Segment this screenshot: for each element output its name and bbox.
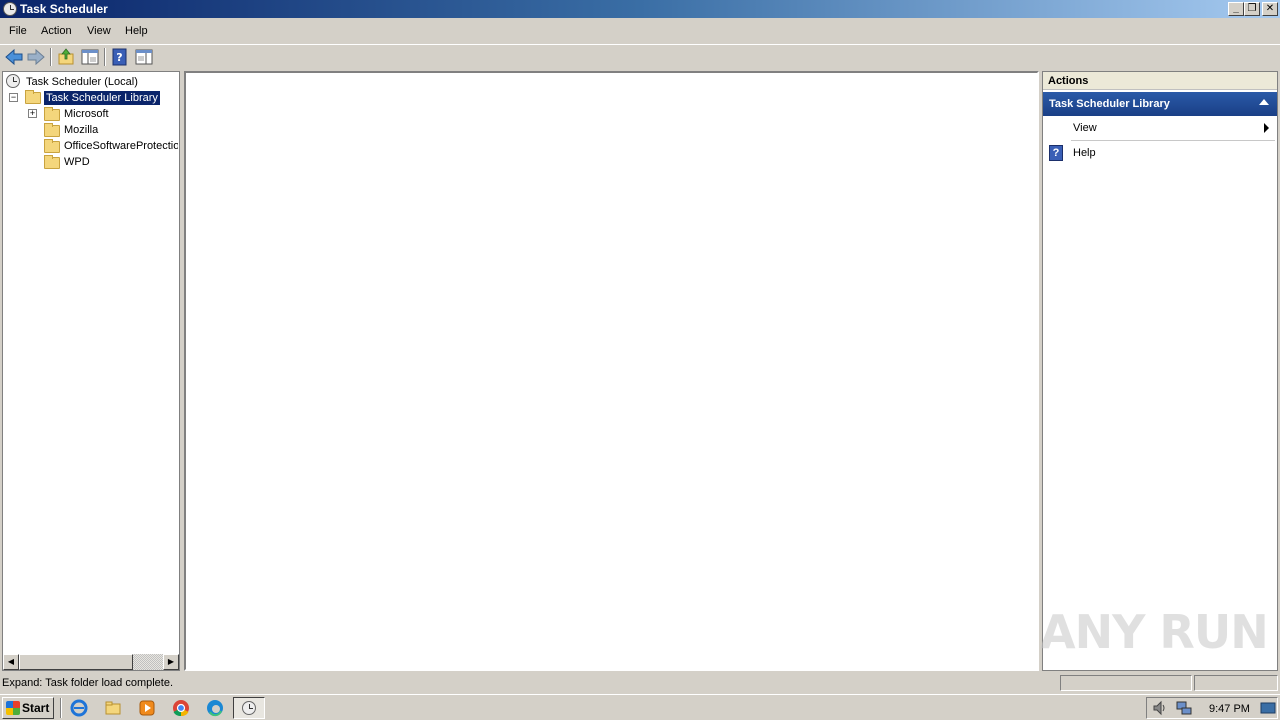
scroll-right-arrow-icon[interactable]: ▶ [163, 654, 179, 670]
tree-item-microsoft[interactable]: + Microsoft [28, 106, 178, 122]
internet-explorer-icon[interactable] [70, 699, 88, 717]
action-view-label: View [1073, 122, 1097, 134]
start-button[interactable]: Start [2, 697, 54, 719]
back-arrow-icon[interactable] [4, 47, 24, 67]
results-pane [184, 71, 1039, 671]
actions-pane: Actions Task Scheduler Library View ? He… [1042, 71, 1278, 671]
status-text: Expand: Task folder load complete. [2, 677, 174, 689]
actions-header: Actions [1043, 72, 1277, 90]
folder-icon [44, 107, 60, 121]
svg-text:?: ? [116, 51, 122, 64]
taskbar: Start 9:47 PM [0, 694, 1280, 720]
scrollbar-track[interactable] [133, 654, 163, 670]
folder-icon [44, 123, 60, 137]
up-folder-icon[interactable] [56, 47, 76, 67]
show-hide-action-pane-icon[interactable] [134, 47, 154, 67]
console-tree-pane[interactable]: Task Scheduler (Local) − Task Scheduler … [2, 71, 180, 671]
menu-bar: File Action View Help [0, 20, 1280, 42]
forward-arrow-icon[interactable] [26, 47, 46, 67]
windows-logo-icon [6, 701, 20, 715]
system-tray: 9:47 PM [1146, 697, 1278, 719]
taskbar-task-scheduler-button[interactable] [233, 697, 265, 719]
minimize-button[interactable]: _ [1228, 2, 1244, 16]
show-desktop-icon[interactable] [1259, 699, 1277, 717]
action-view[interactable]: View [1043, 117, 1277, 139]
window-title: Task Scheduler [20, 2, 108, 16]
restore-button[interactable]: ❐ [1244, 2, 1260, 16]
help-icon[interactable]: ? [110, 47, 130, 67]
tree-item-officesoftwareprotection[interactable]: OfficeSoftwareProtectio [28, 138, 178, 154]
status-cell [1060, 675, 1192, 691]
submenu-arrow-icon [1264, 123, 1269, 133]
menu-help[interactable]: Help [125, 25, 148, 37]
chrome-icon[interactable] [172, 699, 190, 717]
status-cell [1194, 675, 1278, 691]
tree-item-label: Microsoft [64, 108, 109, 120]
title-bar: Task Scheduler _ ❐ ✕ [0, 0, 1280, 18]
actions-group-title: Task Scheduler Library [1049, 98, 1170, 110]
tree-item-wpd[interactable]: WPD [28, 154, 178, 170]
folder-clock-icon [25, 90, 41, 104]
tree-item-library[interactable]: − Task Scheduler Library [9, 90, 179, 106]
scroll-left-arrow-icon[interactable]: ◀ [3, 654, 19, 670]
toolbar: ? [0, 44, 1280, 68]
tree-item-root[interactable]: Task Scheduler (Local) [6, 74, 176, 90]
status-bar: Expand: Task folder load complete. [0, 674, 1280, 692]
taskbar-separator [60, 698, 62, 718]
volume-icon[interactable] [1151, 699, 1169, 717]
start-label: Start [22, 701, 50, 715]
anyrun-watermark: ANY RUN [1040, 605, 1269, 659]
menu-view[interactable]: View [87, 25, 111, 37]
tree-item-label: WPD [64, 156, 90, 168]
tree-root-label: Task Scheduler (Local) [26, 76, 138, 88]
horizontal-scrollbar[interactable]: ◀ ▶ [3, 654, 179, 670]
help-icon: ? [1049, 145, 1063, 161]
show-hide-console-tree-icon[interactable] [80, 47, 100, 67]
task-scheduler-icon [242, 701, 256, 715]
menu-file[interactable]: File [9, 25, 27, 37]
network-icon[interactable] [1175, 699, 1193, 717]
folder-icon [44, 139, 60, 153]
menu-action[interactable]: Action [41, 25, 72, 37]
tree-item-label: Mozilla [64, 124, 99, 136]
collapse-up-icon[interactable] [1259, 99, 1269, 105]
action-separator [1071, 140, 1275, 141]
collapse-icon[interactable]: − [9, 93, 18, 102]
folder-icon [44, 155, 60, 169]
close-button[interactable]: ✕ [1262, 2, 1278, 16]
file-explorer-icon[interactable] [104, 699, 122, 717]
scrollbar-thumb[interactable] [19, 654, 133, 670]
action-help-label: Help [1073, 147, 1096, 159]
media-player-icon[interactable] [138, 699, 156, 717]
expand-icon[interactable]: + [28, 109, 37, 118]
toolbar-separator [50, 48, 52, 66]
tree-item-mozilla[interactable]: Mozilla [28, 122, 178, 138]
actions-group-header[interactable]: Task Scheduler Library [1043, 92, 1277, 116]
clock-icon [6, 74, 20, 88]
task-scheduler-app-icon [3, 2, 17, 16]
edge-icon[interactable] [206, 699, 224, 717]
tree-item-label: OfficeSoftwareProtectio [64, 140, 178, 152]
taskbar-clock[interactable]: 9:47 PM [1209, 703, 1250, 715]
toolbar-separator [104, 48, 106, 66]
tree-library-label: Task Scheduler Library [43, 90, 161, 106]
action-help[interactable]: ? Help [1043, 142, 1277, 164]
